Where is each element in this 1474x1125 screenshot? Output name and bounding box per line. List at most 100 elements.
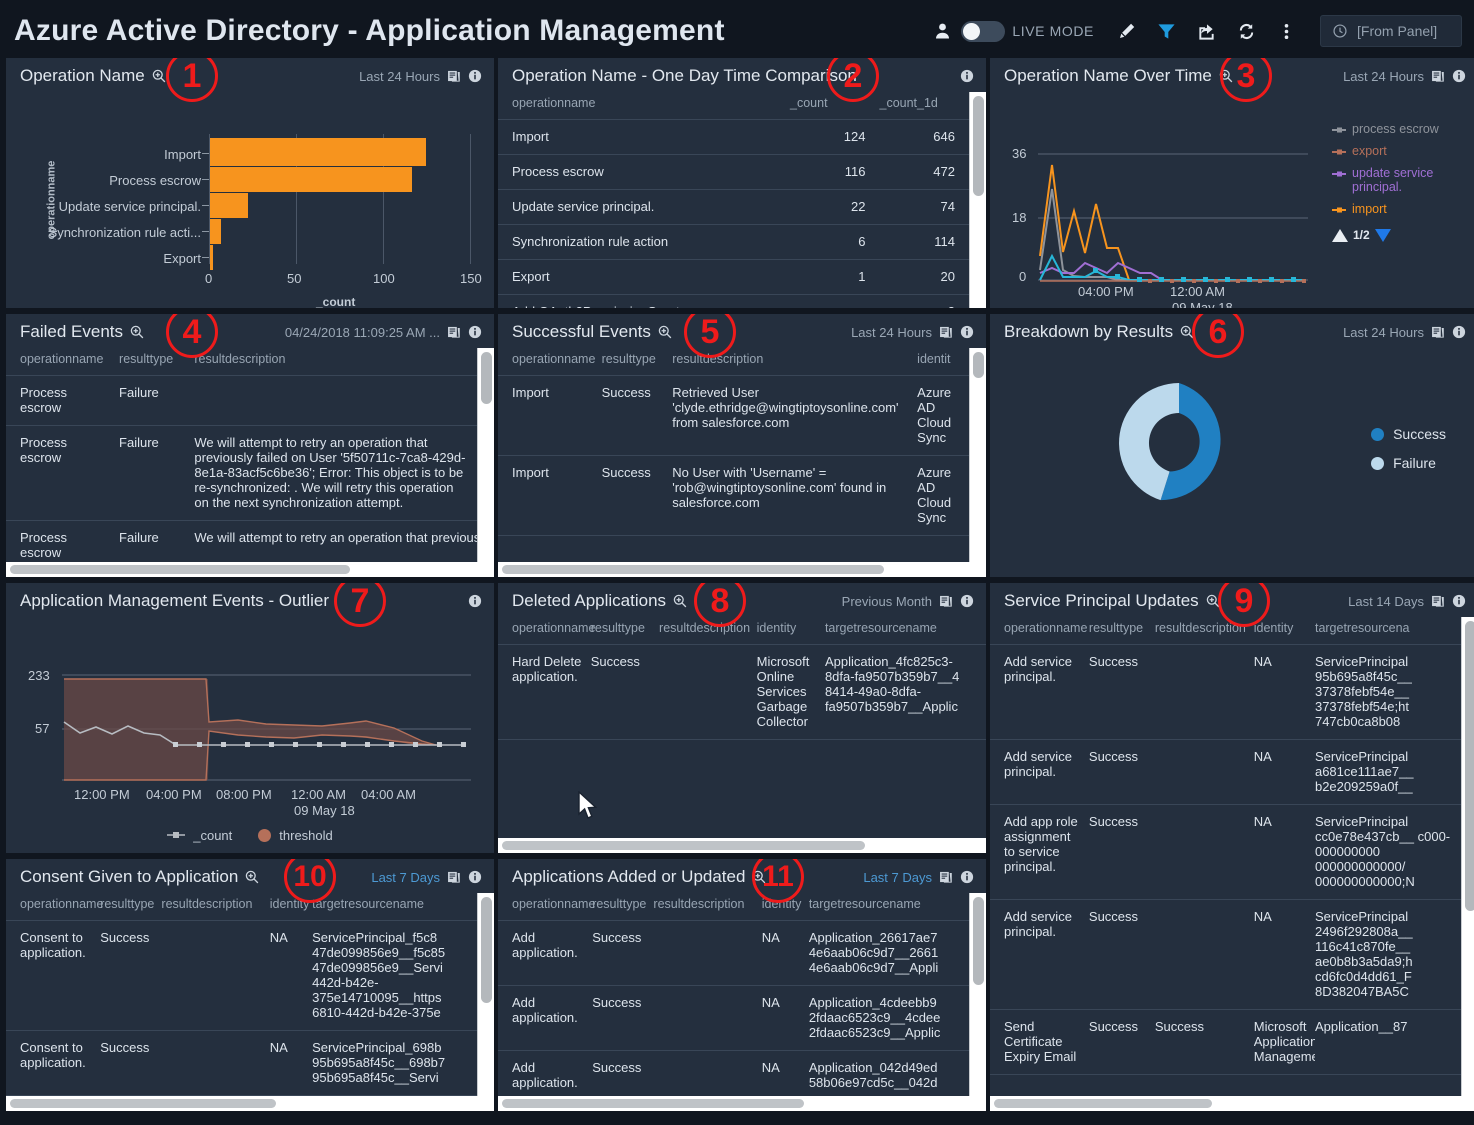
live-mode-control[interactable]: LIVE MODE — [930, 14, 1094, 48]
horizontal-scrollbar[interactable] — [6, 1096, 494, 1111]
horizontal-scrollbar[interactable] — [498, 838, 986, 853]
column-header[interactable]: resulttype — [100, 893, 161, 921]
magnify-icon[interactable] — [658, 325, 672, 339]
column-header[interactable]: resultdescription — [672, 348, 917, 376]
legend-pager[interactable]: 1/2 — [1332, 228, 1472, 242]
table-container[interactable]: operationname _count _count_1d Import 12… — [498, 92, 969, 308]
magnify-icon[interactable] — [152, 69, 166, 83]
table-row[interactable]: Add application. Success NA Application_… — [498, 921, 969, 986]
bar-export[interactable] — [210, 245, 213, 270]
line-chart-operation-name-over-time[interactable] — [990, 92, 1320, 302]
column-header[interactable]: operationname — [6, 348, 119, 376]
table-row[interactable]: Import Success Retrieved User 'clyde.eth… — [498, 376, 969, 456]
column-header[interactable]: resultdescription — [161, 893, 269, 921]
legend-item[interactable]: process escrow — [1332, 122, 1472, 136]
book-icon[interactable] — [1431, 325, 1445, 339]
table-container[interactable]: operationname resulttype resultdescripti… — [498, 348, 969, 562]
table-row[interactable]: Add service principal. Success NA Servic… — [990, 900, 1461, 1010]
magnify-icon[interactable] — [1180, 325, 1194, 339]
column-header[interactable]: _count_1d — [880, 92, 970, 120]
horizontal-scrollbar[interactable] — [498, 1096, 986, 1111]
info-icon[interactable] — [1452, 594, 1466, 608]
book-icon[interactable] — [1431, 594, 1445, 608]
table-row[interactable]: Hard Delete application. Success Microso… — [498, 645, 986, 740]
column-header[interactable]: operationname — [498, 92, 790, 120]
horizontal-scrollbar[interactable] — [498, 562, 986, 577]
magnify-icon[interactable] — [245, 870, 259, 884]
bar-import[interactable] — [210, 138, 426, 166]
legend-item-count[interactable]: _count — [167, 828, 232, 843]
panel-time-range[interactable]: Last 7 Days — [371, 870, 440, 885]
bar-synchronization-rule-action[interactable] — [210, 219, 221, 244]
magnify-icon[interactable] — [752, 870, 766, 884]
table-row[interactable]: Consent to application. Success NA Servi… — [6, 921, 477, 1031]
book-icon[interactable] — [939, 594, 953, 608]
magnify-icon[interactable] — [1206, 594, 1220, 608]
column-header[interactable]: resulttype — [119, 348, 194, 376]
panel-time-range[interactable]: 04/24/2018 11:09:25 AM ... — [285, 325, 440, 340]
column-header[interactable]: _count — [790, 92, 879, 120]
vertical-scrollbar[interactable] — [477, 893, 494, 1096]
vertical-scrollbar[interactable] — [1461, 617, 1474, 1096]
vertical-scrollbar[interactable] — [969, 348, 986, 562]
table-row[interactable]: Process escrow Failure — [6, 376, 477, 426]
table-row[interactable]: Update service principal. 22 74 — [498, 190, 969, 225]
live-mode-toggle[interactable] — [961, 21, 1005, 42]
column-header[interactable]: resulttype — [602, 348, 673, 376]
column-header[interactable]: resulttype — [592, 893, 653, 921]
magnify-icon[interactable] — [673, 594, 687, 608]
table-row[interactable]: Add app role assignment to service princ… — [990, 805, 1461, 900]
info-icon[interactable] — [468, 325, 482, 339]
book-icon[interactable] — [939, 870, 953, 884]
info-icon[interactable] — [960, 594, 974, 608]
book-icon[interactable] — [939, 325, 953, 339]
bar-update-service-principal[interactable] — [210, 193, 248, 218]
legend-item[interactable]: export — [1332, 144, 1472, 158]
donut-chart-breakdown[interactable] — [1114, 378, 1244, 508]
magnify-icon[interactable] — [130, 325, 144, 339]
table-row[interactable]: Add service principal. Success NA Servic… — [990, 740, 1461, 805]
panel-time-range[interactable]: Last 24 Hours — [851, 325, 932, 340]
more-vertical-icon[interactable] — [1266, 14, 1306, 48]
column-header[interactable]: operationname — [498, 348, 602, 376]
column-header[interactable]: resultdescription — [659, 617, 757, 645]
column-header[interactable]: identity — [762, 893, 809, 921]
horizontal-scrollbar[interactable] — [990, 1096, 1474, 1111]
info-icon[interactable] — [468, 870, 482, 884]
book-icon[interactable] — [447, 325, 461, 339]
book-icon[interactable] — [447, 69, 461, 83]
time-range-picker[interactable]: [From Panel] — [1320, 15, 1462, 47]
legend-item-failure[interactable]: Failure — [1371, 455, 1446, 471]
pager-down-icon[interactable] — [1375, 229, 1391, 242]
horizontal-scrollbar[interactable] — [6, 562, 494, 577]
pencil-icon[interactable] — [1106, 14, 1146, 48]
panel-time-range[interactable]: Last 7 Days — [863, 870, 932, 885]
filter-icon[interactable] — [1146, 14, 1186, 48]
table-row[interactable]: Import Success No User with 'Username' =… — [498, 456, 969, 536]
info-icon[interactable] — [468, 594, 482, 608]
table-row[interactable]: Add application. Success NA Application_… — [498, 1051, 969, 1101]
table-row[interactable]: Add OAuth2PermissionGrant. 3 — [498, 295, 969, 309]
user-icon[interactable] — [930, 14, 954, 48]
panel-time-range[interactable]: Last 24 Hours — [1343, 69, 1424, 84]
area-chart-outlier[interactable] — [6, 617, 494, 792]
panel-time-range[interactable]: Previous Month — [842, 594, 932, 609]
legend-item-threshold[interactable]: threshold — [258, 828, 332, 843]
bar-chart-operation-name[interactable]: operationname Import Process escrow Upda… — [6, 92, 494, 308]
legend-item[interactable]: update service principal. — [1332, 166, 1472, 194]
table-container[interactable]: operationname resulttype resultdescripti… — [990, 617, 1461, 1096]
bar-process-escrow[interactable] — [210, 167, 412, 192]
book-icon[interactable] — [447, 870, 461, 884]
column-header[interactable]: identit — [917, 348, 969, 376]
book-icon[interactable] — [1431, 69, 1445, 83]
info-icon[interactable] — [468, 69, 482, 83]
pager-up-icon[interactable] — [1332, 229, 1348, 242]
column-header[interactable]: resultdescription — [653, 893, 761, 921]
table-row[interactable]: Consent to application. Success NA Servi… — [6, 1031, 477, 1096]
column-header[interactable]: resulttype — [591, 617, 659, 645]
column-header[interactable]: resultdescription — [1155, 617, 1254, 645]
table-row[interactable]: Add application. Success NA Application_… — [498, 986, 969, 1051]
column-header[interactable]: targetresourcename — [809, 893, 969, 921]
column-header[interactable]: resulttype — [1089, 617, 1155, 645]
table-container[interactable]: operationname resulttype resultdescripti… — [6, 893, 477, 1096]
